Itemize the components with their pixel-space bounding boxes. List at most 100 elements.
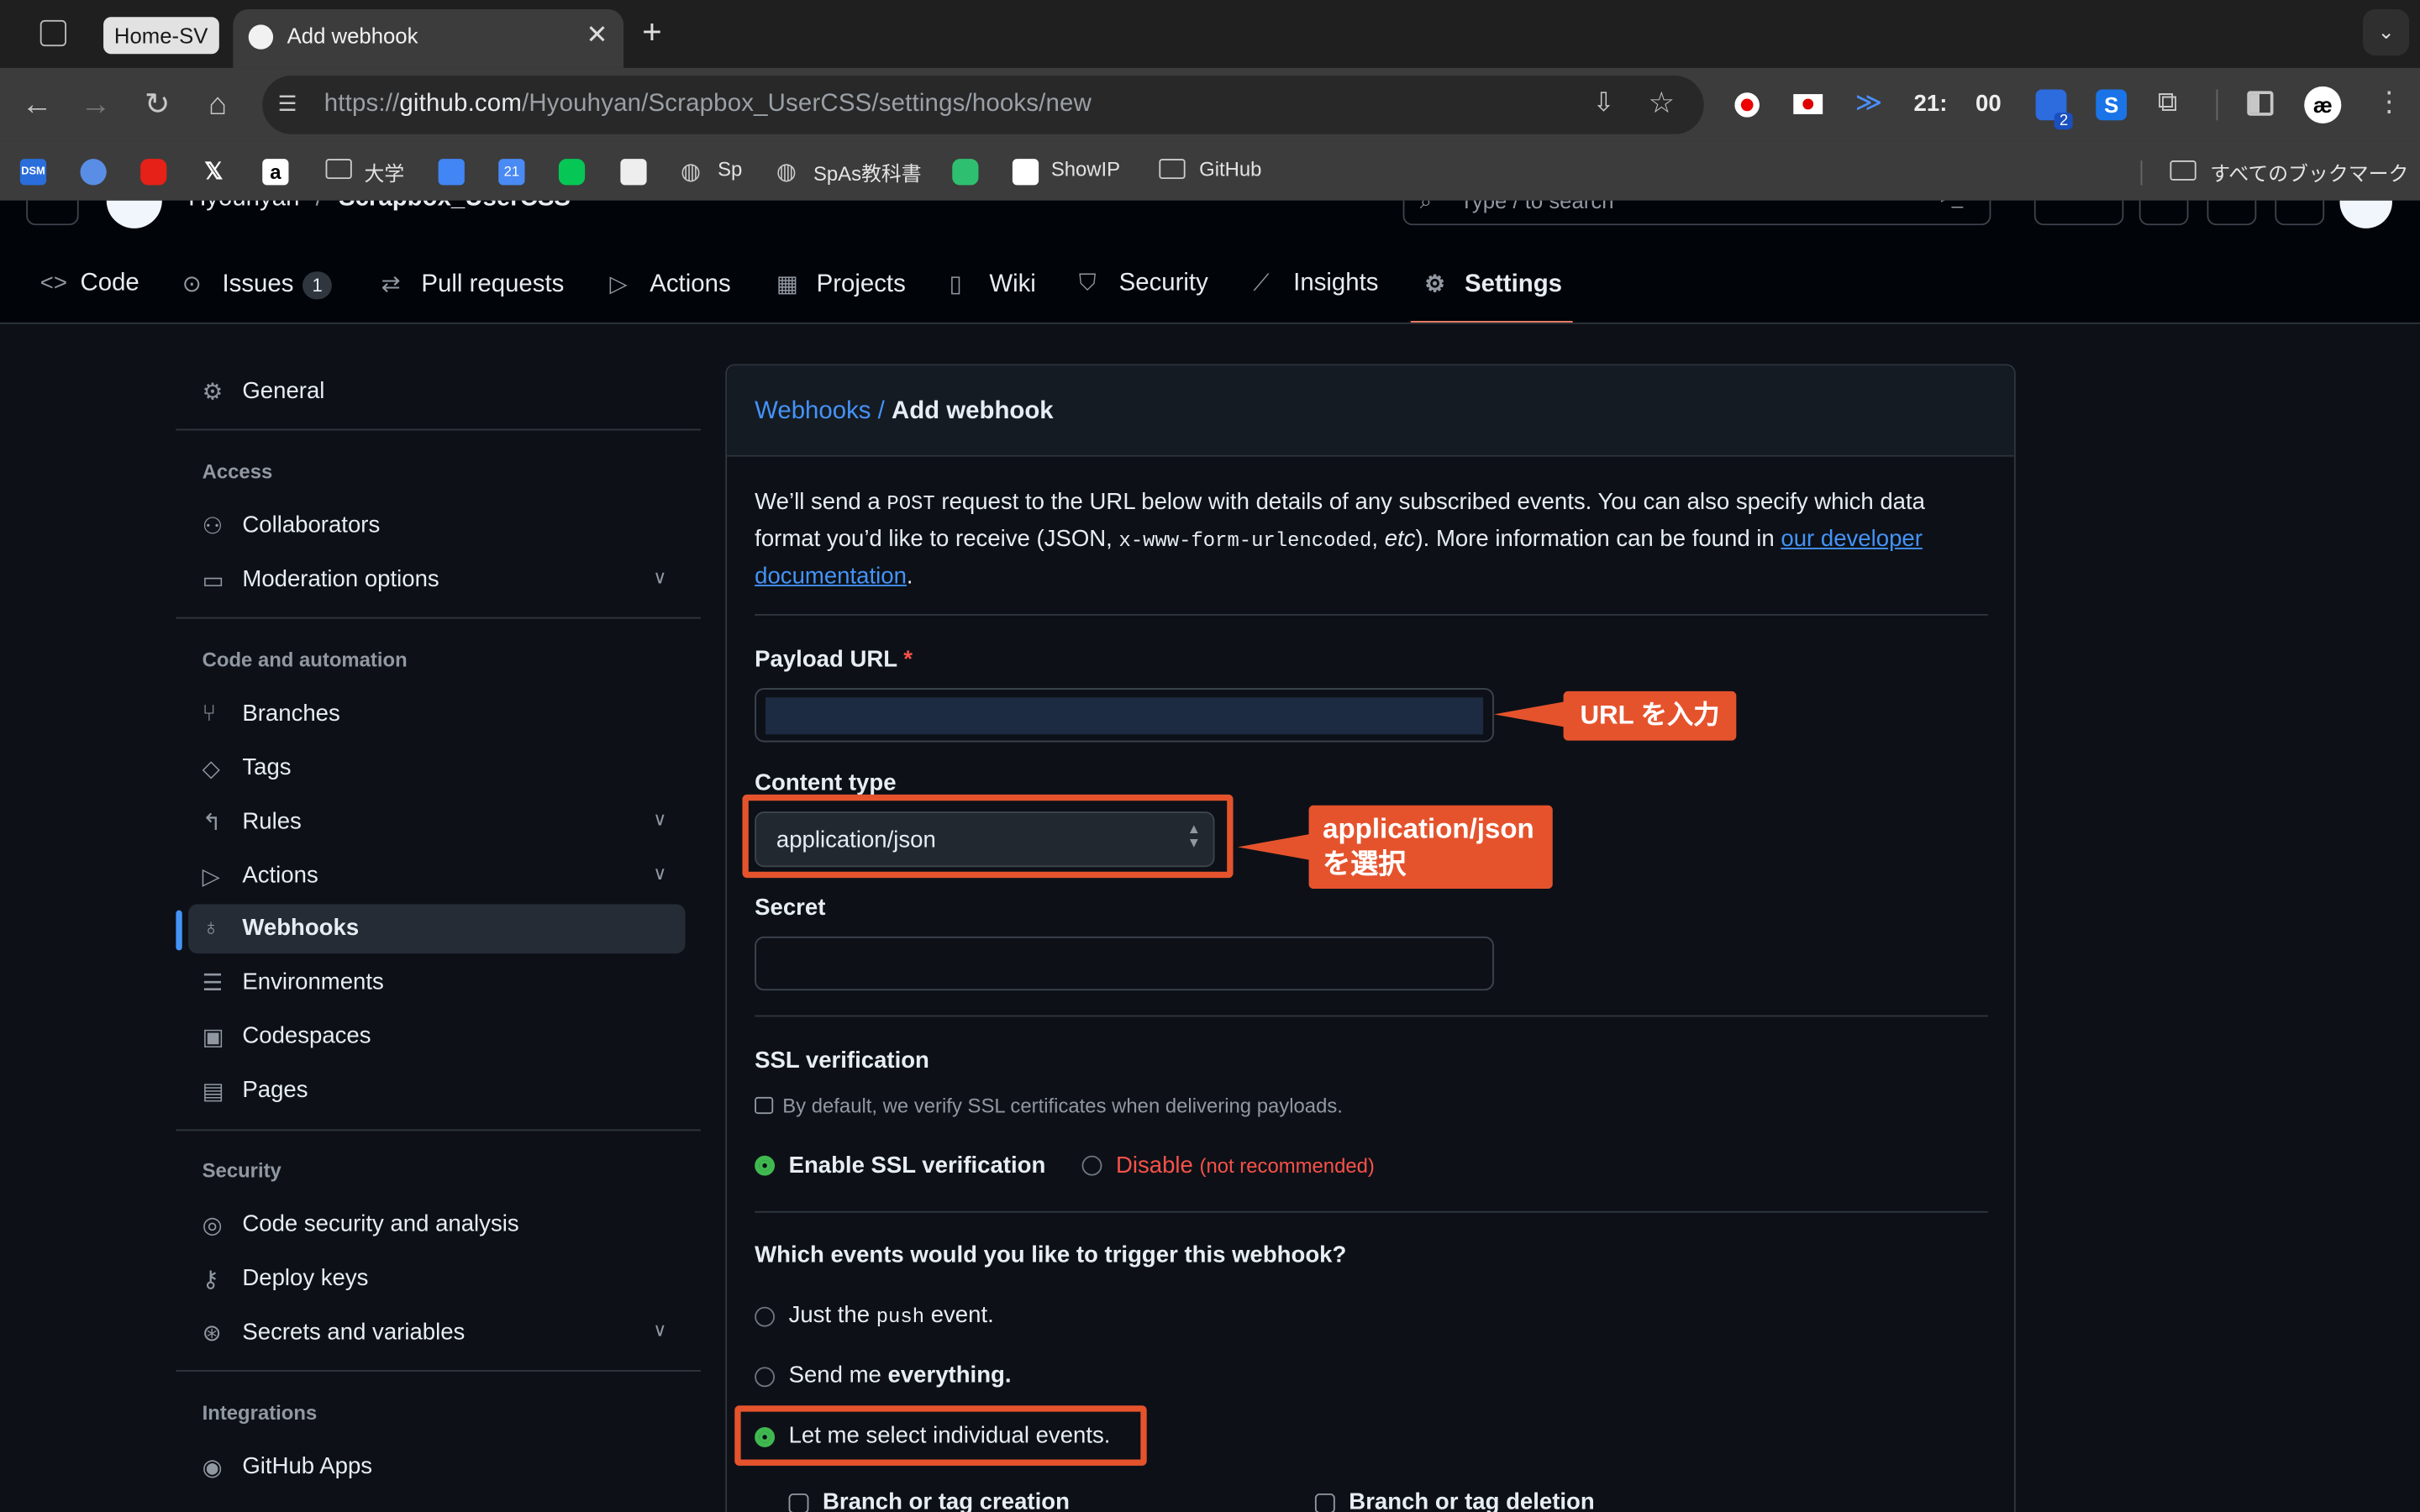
sidebar-item-secrets[interactable]: ⊛ Secrets and variables ∨ xyxy=(188,1309,685,1358)
sidebar-item-code-security[interactable]: ◎ Code security and analysis xyxy=(188,1200,685,1250)
close-tab-icon[interactable]: ✕ xyxy=(586,20,608,51)
content-type-callout-line1: application/json xyxy=(1323,812,1534,844)
sidebar-item-github-apps[interactable]: ◉ GitHub Apps xyxy=(188,1442,685,1492)
sidebar-item-deploy-keys[interactable]: ⚷ Deploy keys xyxy=(188,1254,685,1304)
issues-icon[interactable] xyxy=(2139,200,2189,226)
search-input[interactable]: ⌕ Type / to search xyxy=(1402,200,1991,226)
new-tab-button[interactable]: + xyxy=(642,13,662,53)
bookmark-showip[interactable]: ShowIP xyxy=(1051,157,1120,181)
extension-s-icon[interactable]: S xyxy=(2096,89,2128,121)
bookmark-scrapbox-icon[interactable] xyxy=(620,159,647,186)
events-everything-label[interactable]: Send me everything. xyxy=(789,1362,1012,1389)
tab-insights[interactable]: ⟋ Insights xyxy=(1253,270,1378,312)
bookmark-spas[interactable]: SpAs教科書 xyxy=(813,157,922,186)
user-avatar[interactable] xyxy=(2339,200,2392,228)
repo-name-link[interactable]: Scrapbox_UserCSS xyxy=(339,201,571,212)
sidebar-item-rules[interactable]: ↰ Rules ∨ xyxy=(188,798,685,848)
extension-wave-icon[interactable]: ≫ xyxy=(1855,88,1883,119)
sidebar-item-actions[interactable]: ▷ Actions ∨ xyxy=(188,852,685,901)
tab-settings[interactable]: ⚙ Settings xyxy=(1424,270,1562,312)
address-bar[interactable]: ☰ https://github.com/Hyouhyan/Scrapbox_U… xyxy=(262,75,1704,134)
sidebar-item-collaborators[interactable]: ⚇ Collaborators xyxy=(188,501,685,551)
bookmark-circle-icon[interactable] xyxy=(80,159,107,186)
bookmark-line-icon[interactable] xyxy=(558,159,586,186)
branch-create-checkbox[interactable] xyxy=(788,1493,809,1512)
ssl-enable-radio[interactable] xyxy=(755,1155,776,1176)
sidebar-item-webhooks[interactable]: ♁ Webhooks xyxy=(188,904,686,954)
sidebar-item-tags[interactable]: ◇ Tags xyxy=(188,743,685,793)
branch-create-label[interactable]: Branch or tag creation xyxy=(823,1488,1070,1512)
key-icon: ⚷ xyxy=(202,1266,219,1294)
payload-url-input[interactable] xyxy=(755,688,1494,743)
tab-security[interactable]: ⛉ Security xyxy=(1079,270,1208,312)
bookmark-showip-icon[interactable] xyxy=(1012,159,1039,186)
install-app-icon[interactable]: ⇩ xyxy=(1593,88,1615,119)
branch-delete-checkbox[interactable] xyxy=(1314,1493,1335,1512)
extension-japan-flag-icon[interactable] xyxy=(1793,94,1823,114)
forward-icon[interactable]: → xyxy=(76,87,116,123)
bookmark-amazon-icon[interactable]: a xyxy=(262,159,289,186)
bookmark-dsm-icon[interactable]: DSM xyxy=(19,159,47,186)
shield-icon: ⛉ xyxy=(1078,270,1097,297)
events-everything-radio[interactable] xyxy=(755,1367,776,1388)
bookmark-daigaku[interactable]: 大学 xyxy=(364,157,404,186)
extension-badge-icon[interactable]: 2 xyxy=(2035,89,2073,130)
sidebar-item-general[interactable]: ⚙ General xyxy=(188,367,685,417)
sidebar-item-moderation[interactable]: ▭ Moderation options ∨ xyxy=(188,555,685,605)
ssl-disable-radio[interactable] xyxy=(1081,1155,1102,1176)
bookmark-calendar-icon[interactable]: 21 xyxy=(498,159,525,186)
sidebar-item-pages[interactable]: ▤ Pages xyxy=(188,1066,685,1116)
secret-input[interactable] xyxy=(755,936,1494,991)
bookmark-github[interactable]: GitHub xyxy=(1199,157,1261,181)
bookmark-star-icon[interactable]: ☆ xyxy=(1649,87,1675,122)
pinned-tab-icon[interactable] xyxy=(39,19,66,47)
reload-icon[interactable]: ↻ xyxy=(137,87,177,123)
url-prefix: https:// xyxy=(324,91,400,118)
hamburger-menu-icon[interactable] xyxy=(26,200,79,226)
tab-pull-requests[interactable]: ⇄ Pull requests xyxy=(381,270,565,312)
events-push-label[interactable]: Just the push event. xyxy=(789,1302,994,1328)
sidebar-item-codespaces[interactable]: ▣ Codespaces xyxy=(188,1012,685,1062)
tab-issues[interactable]: ⊙ Issues 1 xyxy=(182,270,332,312)
bookmark-translate-icon[interactable] xyxy=(438,159,465,186)
tab-add-webhook[interactable]: Add webhook ✕ xyxy=(233,9,624,68)
extension-record-icon[interactable] xyxy=(1734,92,1760,118)
back-icon[interactable]: ← xyxy=(17,87,57,123)
command-palette-icon[interactable]: >_ xyxy=(1940,201,1963,208)
home-icon[interactable]: ⌂ xyxy=(197,87,238,123)
tab-search-button[interactable]: ⌄ xyxy=(2363,9,2410,56)
bookmark-youtube-icon[interactable] xyxy=(140,159,167,186)
ssl-disable-label[interactable]: Disable (not recommended) xyxy=(1116,1152,1375,1179)
all-bookmarks[interactable]: すべてのブックマーク xyxy=(2210,157,2408,186)
extensions-puzzle-icon[interactable]: ⧉ xyxy=(2158,87,2178,119)
repo-push-icon: ↰ xyxy=(202,810,222,837)
breadcrumb-webhooks-link[interactable]: Webhooks / xyxy=(755,398,885,424)
events-push-radio[interactable] xyxy=(755,1306,776,1327)
inbox-icon[interactable] xyxy=(2275,200,2325,226)
ssl-enable-label[interactable]: Enable SSL verification xyxy=(789,1152,1046,1179)
chevron-down-icon: ∨ xyxy=(653,566,667,588)
tab-projects[interactable]: ▦ Projects xyxy=(776,270,906,312)
sidebar-item-branches[interactable]: ⑂ Branches xyxy=(188,690,685,739)
tab-code[interactable]: <> Code xyxy=(40,270,139,312)
sidebar-item-environments[interactable]: ☰ Environments xyxy=(188,958,685,1008)
create-new-button[interactable] xyxy=(2033,200,2124,226)
profile-avatar[interactable]: æ xyxy=(2304,86,2342,123)
github-logo-icon[interactable] xyxy=(106,200,162,228)
sidebar-item-label: Rules xyxy=(242,808,302,835)
tab-actions[interactable]: ▷ Actions xyxy=(610,270,731,312)
bookmark-x-icon[interactable]: 𝕏 xyxy=(201,159,227,185)
browser-menu-icon[interactable]: ⋮ xyxy=(2375,87,2403,119)
branch-delete-label[interactable]: Branch or tag deletion xyxy=(1349,1488,1594,1512)
tab-home-sv[interactable]: Home-SV xyxy=(103,17,219,55)
repo-owner-link[interactable]: Hyouhyan xyxy=(188,201,299,212)
tab-wiki[interactable]: ▯ Wiki xyxy=(950,270,1036,312)
bookmark-sp[interactable]: Sp xyxy=(718,157,742,181)
side-panel-icon[interactable] xyxy=(2247,91,2274,116)
codescan-icon: ◎ xyxy=(202,1212,223,1239)
pull-requests-icon[interactable] xyxy=(2207,200,2257,226)
site-info-icon[interactable]: ☰ xyxy=(278,91,297,117)
bookmark-green-icon[interactable] xyxy=(952,159,979,186)
ssl-note-text: By default, we verify SSL certificates w… xyxy=(782,1094,1343,1117)
url-text[interactable]: https://github.com/Hyouhyan/Scrapbox_Use… xyxy=(324,91,1092,118)
